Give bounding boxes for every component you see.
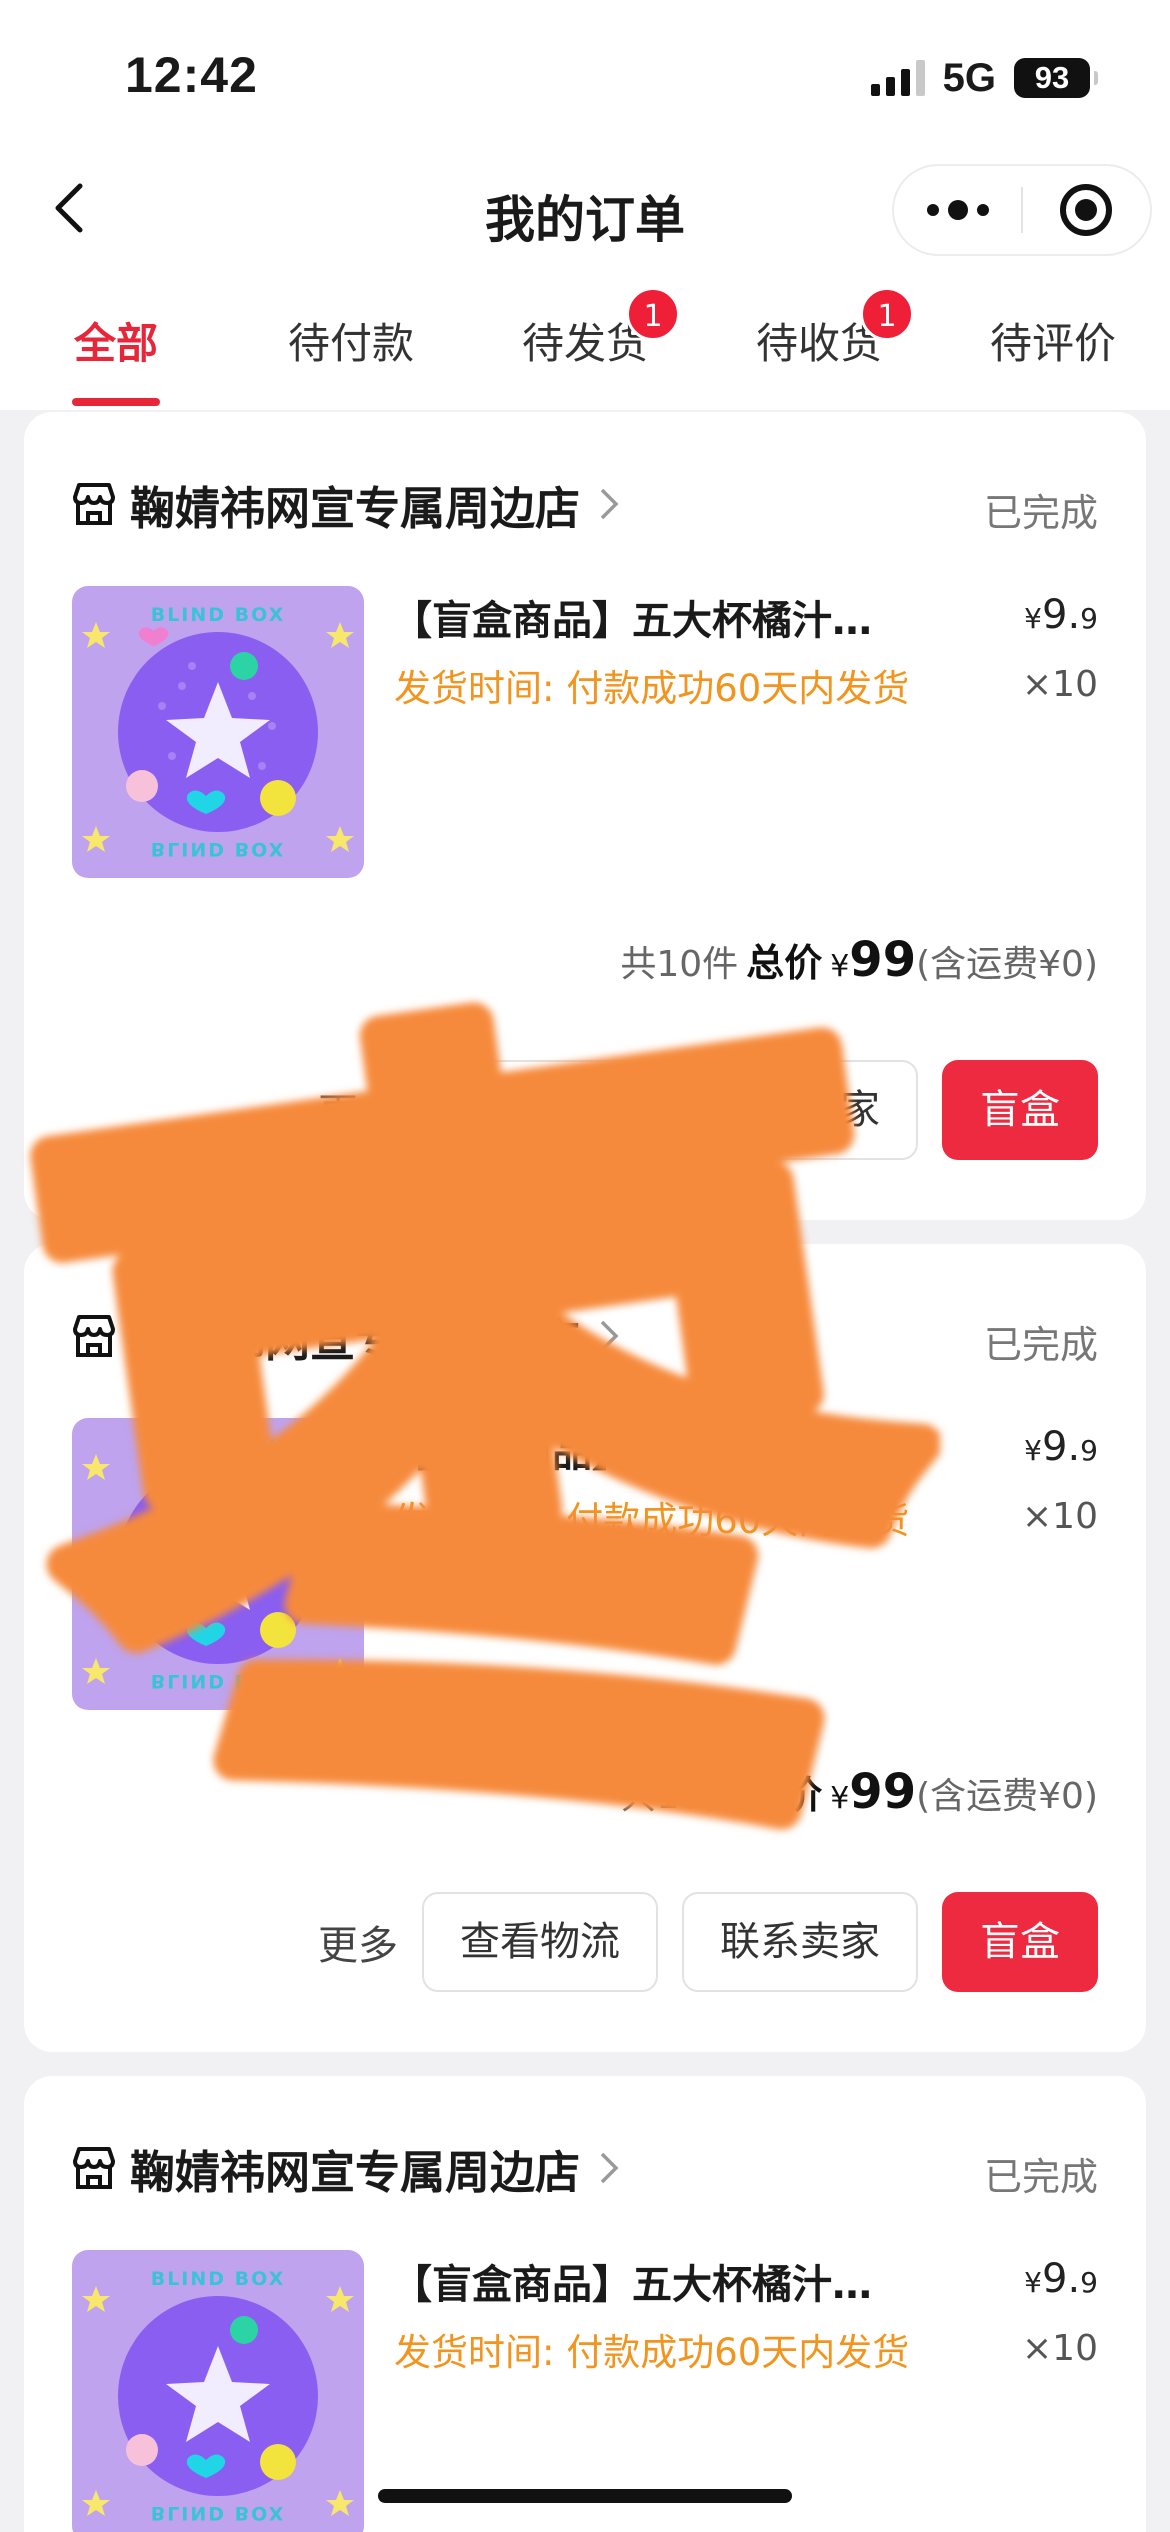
home-indicator	[378, 2489, 792, 2503]
shop-row[interactable]: 鞠婧祎网宣专属周边店	[70, 2136, 620, 2201]
close-mini-program-icon[interactable]	[1023, 184, 1150, 236]
censor-sticker: 枣	[30, 1000, 940, 1880]
status-indicators: 5G 93	[870, 55, 1098, 100]
quantity: ×10	[1022, 2328, 1098, 2369]
signal-icon	[870, 60, 925, 96]
shop-name[interactable]: 鞠婧祎网宣专属周边店	[130, 472, 580, 537]
unit-price: ¥9.9	[1024, 1424, 1098, 1470]
thumb-caption-mirrored: BLIND BOX	[150, 2502, 286, 2524]
product-title[interactable]: 【盲盒商品】五大杯橘汁…	[392, 588, 952, 646]
battery-icon: 93	[1014, 58, 1098, 98]
quantity: ×10	[1022, 664, 1098, 705]
more-button[interactable]: 更多	[318, 1913, 398, 1971]
mini-program-capsule	[892, 164, 1152, 256]
product-title[interactable]: 【盲盒商品】五大杯橘汁…	[392, 2252, 952, 2310]
shop-row[interactable]: 鞠婧祎网宣专属周边店	[70, 472, 620, 537]
tab-pending-payment[interactable]: 待付款	[288, 310, 414, 371]
blind-box-button[interactable]: 盲盒	[942, 1892, 1098, 1992]
more-options-icon[interactable]	[894, 200, 1021, 220]
store-icon	[73, 483, 115, 525]
tab-all[interactable]: 全部	[74, 310, 158, 371]
order-status: 已完成	[983, 1323, 1098, 1367]
sticker-glyph: 枣	[30, 1000, 940, 1880]
product-thumbnail[interactable]: BLIND BOX BLIND BOX	[72, 586, 364, 878]
order-actions: 更多 查看物流 联系卖家 盲盒	[318, 1892, 1098, 1992]
unit-price: ¥9.9	[1024, 2256, 1098, 2302]
blind-box-art	[82, 2286, 354, 2516]
contact-seller-button[interactable]: 联系卖家	[682, 1892, 918, 1992]
blind-box-button[interactable]: 盲盒	[942, 1060, 1098, 1160]
network-type: 5G	[942, 55, 996, 100]
status-time: 12:42	[125, 47, 258, 103]
status-bar: 12:42 5G 93	[0, 0, 1170, 150]
order-tabs: 全部 待付款 待发货 1 待收货 1 待评价	[0, 265, 1170, 410]
shipping-time: 发货时间: 付款成功60天内发货	[394, 2331, 910, 2374]
store-icon	[73, 2147, 115, 2189]
shipping-time: 发货时间: 付款成功60天内发货	[394, 667, 910, 710]
product-thumbnail[interactable]: BLIND BOX BLIND BOX	[72, 2250, 364, 2532]
order-card[interactable]: 鞠婧祎网宣专属周边店 已完成 BLIND BOX BLIND BOX 【盲盒商品…	[24, 2076, 1146, 2532]
pending-shipment-badge: 1	[626, 287, 680, 341]
order-total: 共10件 总价 ¥99(含运费¥0)	[620, 932, 1098, 988]
shop-name[interactable]: 鞠婧祎网宣专属周边店	[130, 2136, 580, 2201]
order-status: 已完成	[983, 491, 1098, 535]
thumb-caption-mirrored: BLIND BOX	[150, 838, 286, 860]
chevron-right-icon	[600, 488, 619, 520]
tab-pending-review[interactable]: 待评价	[990, 310, 1116, 371]
pending-receipt-badge: 1	[860, 287, 914, 341]
view-logistics-button[interactable]: 查看物流	[422, 1892, 658, 1992]
unit-price: ¥9.9	[1024, 592, 1098, 638]
chevron-right-icon	[600, 2152, 619, 2184]
nav-bar: 我的订单	[0, 150, 1170, 265]
order-status: 已完成	[983, 2155, 1098, 2199]
blind-box-art	[82, 622, 354, 852]
tab-active-indicator	[72, 398, 160, 406]
quantity: ×10	[1022, 1496, 1098, 1537]
